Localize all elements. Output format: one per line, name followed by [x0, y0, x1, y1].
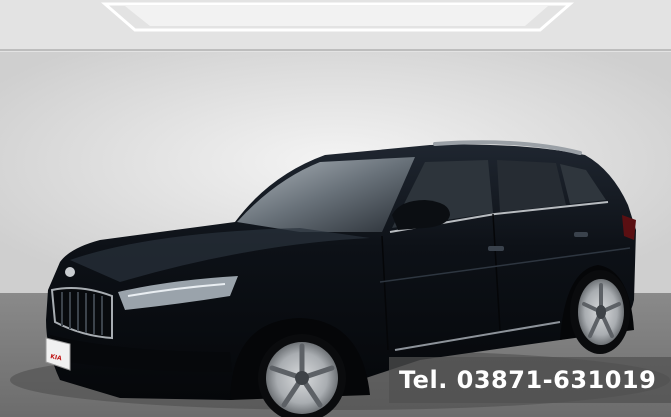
ceiling-light-panel [125, 6, 548, 26]
rear-side-window [497, 160, 566, 212]
rear-door-handle [574, 232, 588, 237]
car-photo-illustration: KIA [0, 0, 671, 417]
front-door-handle [488, 246, 504, 251]
phone-number-overlay: Tel. 03871-631019 [389, 357, 671, 403]
brand-badge [65, 267, 75, 277]
showroom-photo: KIA Tel. 03871-631019 [0, 0, 671, 417]
